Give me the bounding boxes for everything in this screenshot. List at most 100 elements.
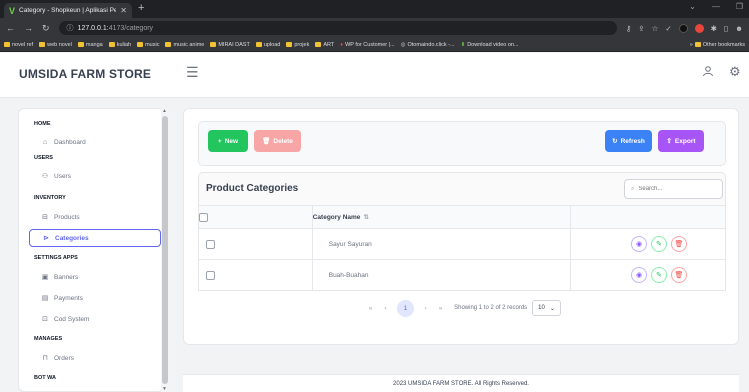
- sidebar-scrollbar[interactable]: ▲ ▼: [161, 108, 169, 392]
- menu-toggle-icon[interactable]: ☰: [186, 64, 199, 81]
- bookmark[interactable]: projek: [286, 42, 309, 48]
- sidebar-item-users[interactable]: ⚇ Users: [29, 167, 161, 185]
- page-button[interactable]: 1: [397, 299, 415, 317]
- folder-icon: [165, 42, 172, 47]
- row-checkbox[interactable]: [206, 270, 215, 280]
- sidebar-item-dashboard[interactable]: ⌂ Dashboard: [29, 133, 161, 151]
- card-icon: ▤: [41, 295, 49, 302]
- delete-icon[interactable]: 🗑: [671, 267, 687, 283]
- scroll-down-icon[interactable]: ▼: [162, 386, 167, 392]
- first-page-icon[interactable]: «: [363, 305, 378, 312]
- table-row[interactable]: Buah-Buahan ◉ ✎ 🗑: [198, 259, 726, 291]
- gear-icon[interactable]: ⚙: [729, 64, 741, 80]
- bookmark[interactable]: music anime: [165, 42, 204, 48]
- sidebar-group-botwa: BOT WA: [34, 375, 56, 381]
- profile-icon[interactable]: ☻: [735, 24, 743, 33]
- row-checkbox[interactable]: [206, 239, 215, 249]
- sidepanel-icon[interactable]: ▯: [724, 24, 728, 33]
- view-icon[interactable]: ◉: [631, 267, 647, 283]
- categories-table: Category Name ⇅ Sayur Sayuran ◉ ✎ 🗑 Buah-…: [198, 205, 726, 291]
- folder-icon: [694, 42, 701, 47]
- actions-cell: ◉ ✎ 🗑: [570, 228, 726, 260]
- edit-icon[interactable]: ✎: [651, 267, 667, 283]
- forward-icon[interactable]: →: [24, 23, 33, 33]
- scroll-up-icon[interactable]: ▲: [162, 108, 167, 114]
- bookmark[interactable]: music: [137, 42, 159, 48]
- delete-icon[interactable]: 🗑: [671, 236, 687, 252]
- edit-icon[interactable]: ✎: [651, 236, 667, 252]
- bookmark[interactable]: MIRAI DAST: [210, 42, 250, 48]
- tab-search-icon[interactable]: ⌄: [689, 2, 696, 11]
- row-select-cell: [198, 228, 313, 260]
- back-icon[interactable]: ←: [6, 23, 15, 33]
- sidebar-group-manages: MANAGES: [34, 336, 63, 342]
- scrollbar-thumb[interactable]: [162, 116, 168, 384]
- bookmark[interactable]: ART: [315, 42, 334, 48]
- prev-page-icon[interactable]: ‹: [378, 305, 393, 312]
- other-bookmarks[interactable]: » Other bookmarks: [690, 42, 745, 48]
- column-header-name[interactable]: Category Name ⇅: [311, 205, 572, 229]
- sidebar-item-label: Categories: [55, 234, 89, 242]
- table-row[interactable]: Sayur Sayuran ◉ ✎ 🗑: [198, 228, 726, 260]
- sidebar-item-banners[interactable]: ▣ Banners: [29, 268, 161, 286]
- new-button[interactable]: + New: [208, 130, 248, 152]
- last-page-icon[interactable]: »: [433, 305, 448, 312]
- folder-icon: [137, 42, 144, 47]
- extension-icon[interactable]: [678, 23, 688, 33]
- wordpress-icon: ♦: [340, 41, 344, 48]
- bag-icon: ⊓: [42, 355, 48, 362]
- bookmark[interactable]: ◎ Otomaindo.click -...: [401, 42, 455, 48]
- user-icon[interactable]: [702, 65, 714, 80]
- row-select-cell: [198, 259, 313, 291]
- user-icon-svg: [703, 66, 713, 77]
- bookmark[interactable]: novel ref: [4, 42, 33, 48]
- bookmark[interactable]: ⬇ Download video on...: [461, 42, 519, 48]
- next-page-icon[interactable]: ›: [418, 305, 433, 312]
- search-field[interactable]: ⌕: [624, 179, 723, 199]
- sidebar-item-label: Users: [54, 172, 71, 180]
- browser-tab[interactable]: V Category - Shopkeun | Aplikasi Pe... ✕: [4, 3, 132, 18]
- bookmark[interactable]: ♦ WP for Customer |...: [340, 42, 394, 48]
- site-info-icon[interactable]: ⓘ: [67, 23, 74, 33]
- bookmark[interactable]: upload: [255, 42, 280, 48]
- bookmarks-bar: novel ref web novel manga kuliah music m…: [0, 38, 749, 52]
- table-header-bar: Product Categories ⌕: [198, 172, 726, 205]
- maximize-icon[interactable]: ❐: [736, 2, 743, 11]
- star-icon[interactable]: ☆: [652, 24, 659, 33]
- check-icon[interactable]: ✓: [665, 24, 671, 33]
- brand-logo[interactable]: UMSIDA FARM STORE: [19, 67, 151, 81]
- sidebar-item-payments[interactable]: ▤ Payments: [29, 289, 161, 307]
- url-input[interactable]: ⓘ 127.0.0.1: 4173/category: [58, 21, 617, 35]
- delete-button[interactable]: 🗑 Delete: [254, 130, 301, 152]
- bookmark[interactable]: web novel: [39, 42, 72, 48]
- sort-icon[interactable]: ⇅: [363, 214, 368, 221]
- close-tab-icon[interactable]: ✕: [120, 6, 127, 15]
- minimize-icon[interactable]: —: [712, 2, 720, 11]
- bookmark[interactable]: manga: [77, 42, 103, 48]
- sidebar-item-cod-system[interactable]: ⊡ Cod System: [29, 310, 161, 328]
- view-icon[interactable]: ◉: [631, 236, 647, 252]
- sidebar-item-products[interactable]: ⊟ Products: [29, 208, 161, 226]
- rows-per-page-select[interactable]: 10 ⌄: [532, 300, 561, 316]
- puzzle-icon[interactable]: ✱: [711, 24, 717, 33]
- bookmark[interactable]: kuliah: [108, 42, 131, 48]
- sidebar-item-categories[interactable]: ⊳ Categories: [29, 229, 161, 247]
- sidebar-item-orders[interactable]: ⊓ Orders: [29, 349, 161, 367]
- extension-red-icon[interactable]: [694, 23, 704, 33]
- trash-icon: 🗑: [262, 138, 271, 145]
- refresh-button[interactable]: ↻ Refresh: [605, 130, 652, 152]
- column-header-actions: [570, 205, 726, 229]
- chevron-down-icon: ⌄: [549, 305, 555, 312]
- plus-icon: +: [217, 137, 222, 145]
- folder-icon: [4, 42, 10, 47]
- footer-text: 2023 UMSIDA FARM STORE. All Rights Reser…: [393, 380, 529, 387]
- share-icon[interactable]: ⇪: [638, 24, 644, 33]
- category-name-cell: Buah-Buahan: [311, 259, 572, 291]
- select-all-checkbox[interactable]: [199, 212, 208, 222]
- search-input[interactable]: [638, 186, 709, 192]
- new-tab-icon[interactable]: +: [138, 2, 144, 14]
- key-icon[interactable]: ⚷: [626, 24, 632, 33]
- export-button[interactable]: ⇪ Export: [658, 130, 704, 152]
- reload-icon[interactable]: ↻: [42, 23, 50, 34]
- search-icon: ⌕: [631, 185, 635, 192]
